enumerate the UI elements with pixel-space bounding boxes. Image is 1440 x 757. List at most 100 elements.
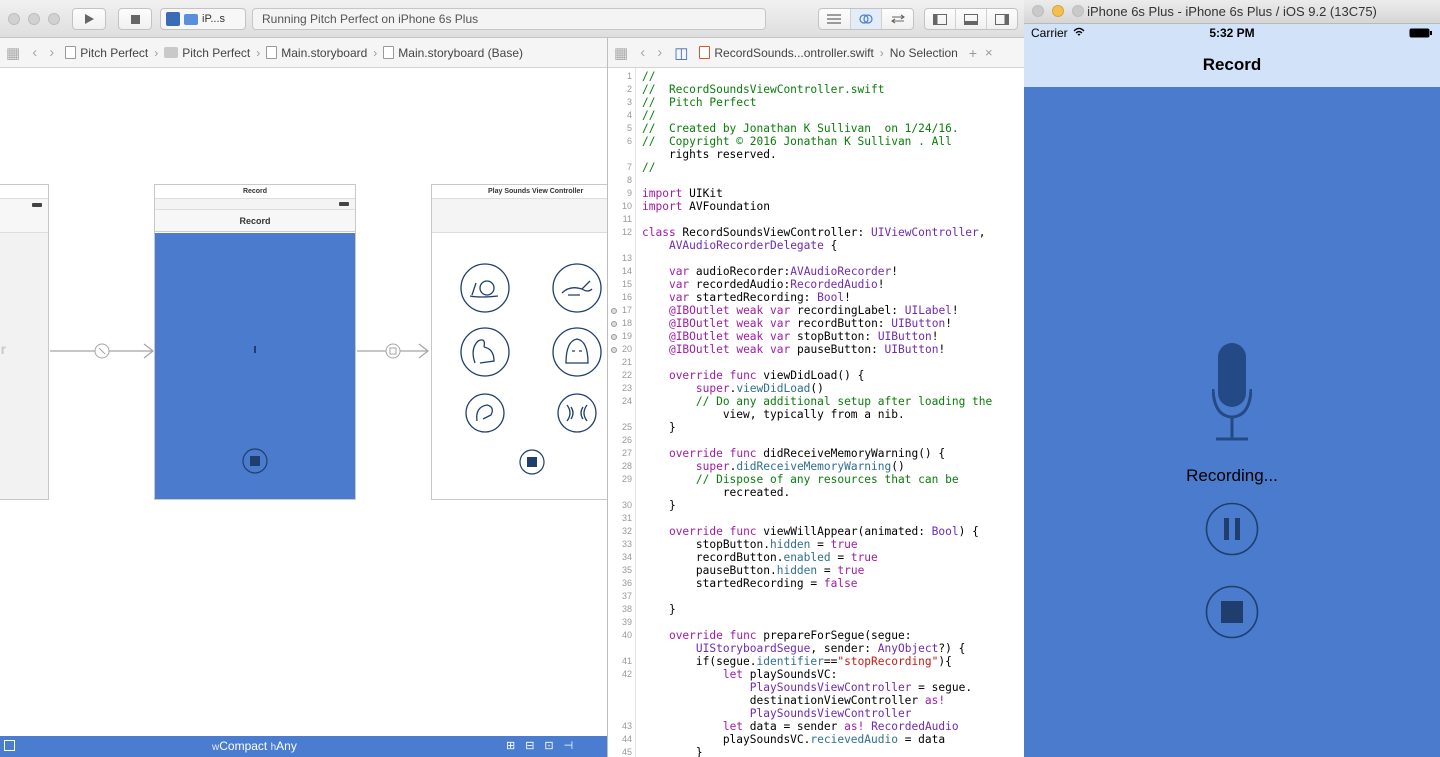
segue-arrow[interactable] xyxy=(48,338,158,364)
storyboard-canvas[interactable]: ller Record Record xyxy=(0,68,607,735)
outlet-connection-icon[interactable] xyxy=(611,308,617,314)
code-line[interactable]: var startedRecording: Bool! xyxy=(642,291,851,304)
code-line[interactable]: override func didReceiveMemoryWarning() … xyxy=(642,447,945,460)
minimize-window-button[interactable] xyxy=(1052,5,1064,17)
reverb-button[interactable] xyxy=(465,393,505,433)
code-line[interactable]: recordButton.enabled = true xyxy=(642,551,878,564)
auto-layout-controls[interactable]: ⊞⊟⊡⊣ xyxy=(506,739,583,752)
play-sounds-scene[interactable]: Play Sounds View Controller xyxy=(431,184,607,500)
code-line[interactable]: startedRecording = false xyxy=(642,577,858,590)
code-line[interactable]: } xyxy=(642,746,703,757)
initial-scene[interactable]: ller xyxy=(0,184,49,500)
navigator-toggle[interactable] xyxy=(925,9,956,29)
code-line[interactable]: if(segue.identifier=="stopRecording"){ xyxy=(642,655,952,668)
code-line[interactable]: @IBOutlet weak var recordButton: UIButto… xyxy=(642,317,952,330)
code-line[interactable]: override func viewDidLoad() { xyxy=(642,369,864,382)
code-line[interactable]: // Do any additional setup after loading… xyxy=(642,395,992,408)
code-line[interactable]: @IBOutlet weak var stopButton: UIButton! xyxy=(642,330,939,343)
breadcrumb-group[interactable]: Pitch Perfect xyxy=(159,46,255,60)
code-line[interactable]: recreated. xyxy=(642,486,790,499)
code-line[interactable]: // xyxy=(642,109,655,122)
zoom-window-button[interactable] xyxy=(1072,5,1084,17)
automatic-mode-icon[interactable]: ◫ xyxy=(668,44,694,62)
code-line[interactable]: // RecordSoundsViewController.swift xyxy=(642,83,884,96)
code-line[interactable]: // Pitch Perfect xyxy=(642,96,757,109)
code-line[interactable]: PlaySoundsViewController xyxy=(642,707,912,720)
code-line[interactable]: import UIKit xyxy=(642,187,723,200)
code-line[interactable]: // Created by Jonathan K Sullivan on 1/2… xyxy=(642,122,959,135)
code-line[interactable]: // Copyright © 2016 Jonathan K Sullivan … xyxy=(642,135,952,148)
darth-vader-button[interactable] xyxy=(552,327,602,377)
back-arrow-icon[interactable]: ‹ xyxy=(634,44,651,61)
code-line[interactable]: view, typically from a nib. xyxy=(642,408,905,421)
close-window-button[interactable] xyxy=(8,13,20,25)
chipmunk-button[interactable] xyxy=(460,327,510,377)
segue-arrow[interactable] xyxy=(355,338,433,364)
code-line[interactable]: super.didReceiveMemoryWarning() xyxy=(642,460,905,473)
code-line[interactable]: @IBOutlet weak var pauseButton: UIButton… xyxy=(642,343,945,356)
add-editor-icon[interactable]: + xyxy=(963,45,977,61)
code-line[interactable]: override func viewWillAppear(animated: B… xyxy=(642,525,979,538)
breadcrumb-localization[interactable]: Main.storyboard (Base) xyxy=(378,46,528,60)
document-outline-toggle[interactable] xyxy=(4,740,15,751)
minimize-window-button[interactable] xyxy=(28,13,40,25)
editor-mode-selector[interactable] xyxy=(818,8,914,30)
outlet-connection-icon[interactable] xyxy=(611,347,617,353)
code-line[interactable]: // xyxy=(642,161,655,174)
code-line[interactable]: @IBOutlet weak var recordingLabel: UILab… xyxy=(642,304,959,317)
standard-editor-button[interactable] xyxy=(819,9,851,29)
debug-area-toggle[interactable] xyxy=(956,9,987,29)
code-line[interactable]: pauseButton.hidden = true xyxy=(642,564,864,577)
forward-arrow-icon[interactable]: › xyxy=(43,44,60,61)
echo-button[interactable] xyxy=(557,393,597,433)
zoom-window-button[interactable] xyxy=(48,13,60,25)
code-line[interactable]: class RecordSoundsViewController: UIView… xyxy=(642,226,986,239)
forward-arrow-icon[interactable]: › xyxy=(651,44,668,61)
view-toggle-group[interactable] xyxy=(924,8,1018,30)
fast-button[interactable] xyxy=(552,263,602,313)
code-line[interactable]: // Dispose of any resources that can be xyxy=(642,473,959,486)
code-line[interactable]: } xyxy=(642,603,676,616)
code-line[interactable]: } xyxy=(642,499,676,512)
breadcrumb-selection[interactable]: No Selection xyxy=(885,46,963,60)
code-line[interactable]: super.viewDidLoad() xyxy=(642,382,824,395)
stop-run-button[interactable] xyxy=(118,8,152,30)
breadcrumb-swift-file[interactable]: RecordSounds...ontroller.swift xyxy=(694,46,878,60)
code-line[interactable]: } xyxy=(642,421,676,434)
scheme-selector[interactable]: iP...s xyxy=(160,8,246,30)
stop-button[interactable] xyxy=(1205,585,1259,639)
code-line[interactable]: var recordedAudio:RecordedAudio! xyxy=(642,278,885,291)
close-window-button[interactable] xyxy=(1032,5,1044,17)
code-line[interactable]: // xyxy=(642,70,655,83)
microphone-button[interactable] xyxy=(1212,341,1252,441)
breadcrumb-file[interactable]: Main.storyboard xyxy=(261,46,372,60)
code-line[interactable]: rights reserved. xyxy=(642,148,777,161)
back-arrow-icon[interactable]: ‹ xyxy=(26,44,43,61)
code-line[interactable]: AVAudioRecorderDelegate { xyxy=(642,239,837,252)
code-line[interactable]: var audioRecorder:AVAudioRecorder! xyxy=(642,265,898,278)
utilities-toggle[interactable] xyxy=(987,9,1017,29)
outlet-connection-icon[interactable] xyxy=(611,334,617,340)
code-line[interactable]: let data = sender as! RecordedAudio xyxy=(642,720,959,733)
close-editor-icon[interactable]: × xyxy=(977,45,993,60)
breadcrumb-project[interactable]: Pitch Perfect xyxy=(60,46,153,60)
code-line[interactable]: stopButton.hidden = true xyxy=(642,538,858,551)
slow-button[interactable] xyxy=(460,263,510,313)
related-items-icon[interactable]: ▦ xyxy=(0,44,26,62)
pause-button[interactable] xyxy=(1205,502,1259,556)
code-line[interactable]: playSoundsVC.recievedAudio = data xyxy=(642,733,945,746)
code-line[interactable]: import AVFoundation xyxy=(642,200,770,213)
size-class-selector[interactable]: wCompact hAny xyxy=(212,739,297,753)
stop-button[interactable] xyxy=(519,449,545,475)
record-scene[interactable]: Record Record xyxy=(154,184,356,500)
run-button[interactable] xyxy=(72,8,106,30)
stop-button[interactable] xyxy=(242,448,268,474)
assistant-editor-button[interactable] xyxy=(850,9,883,29)
outlet-connection-icon[interactable] xyxy=(611,321,617,327)
related-items-icon[interactable]: ▦ xyxy=(608,44,634,62)
code-line[interactable]: PlaySoundsViewController = segue. xyxy=(642,681,972,694)
version-editor-button[interactable] xyxy=(882,9,913,29)
code-line[interactable]: UIStoryboardSegue, sender: AnyObject?) { xyxy=(642,642,965,655)
code-line[interactable]: destinationViewController as! xyxy=(642,694,945,707)
code-line[interactable]: let playSoundsVC: xyxy=(642,668,838,681)
